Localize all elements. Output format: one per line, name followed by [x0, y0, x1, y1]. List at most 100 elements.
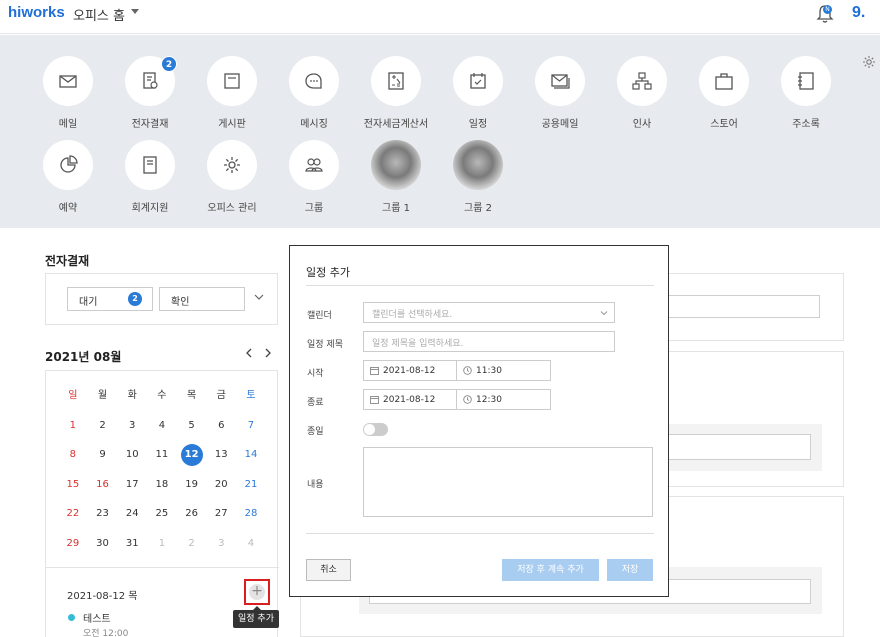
approval-wait-button[interactable]: 대기 2: [67, 287, 153, 311]
calendar-day[interactable]: 9: [88, 440, 118, 470]
app-group[interactable]: 그룹: [274, 140, 354, 214]
calendar-week-row: 22 23 24 25 26 27 28: [58, 499, 268, 529]
weekday-label: 수: [157, 390, 167, 401]
calendar-select[interactable]: 캘린더를 선택하세요.: [363, 302, 615, 323]
calendar-day[interactable]: 18: [147, 470, 177, 500]
app-label: 메시징: [300, 119, 328, 130]
end-date-field[interactable]: 2021-08-12: [363, 389, 457, 410]
event-title[interactable]: 테스트: [83, 610, 111, 625]
subject-input[interactable]: 일정 제목을 입력하세요.: [363, 331, 615, 352]
calendar-day[interactable]: 23: [88, 499, 118, 529]
save-and-continue-button[interactable]: 저장 후 계속 추가: [502, 559, 599, 581]
event-time: 오전 12:00: [83, 629, 129, 637]
app-calendar[interactable]: 일정: [438, 56, 518, 130]
calendar-icon: [370, 396, 379, 404]
plus-icon: +: [249, 584, 265, 600]
app-shared-mail[interactable]: 공용메일: [520, 56, 600, 130]
weekday-label: 화: [127, 390, 137, 401]
app-label: 전자결재: [131, 119, 169, 130]
calendar-day[interactable]: 6: [206, 411, 236, 441]
app-label: 공용메일: [541, 119, 579, 130]
calendar-day[interactable]: 10: [117, 440, 147, 470]
add-event-button[interactable]: +: [244, 579, 270, 605]
calendar-day[interactable]: 1: [58, 411, 88, 441]
app-mail[interactable]: 메일: [28, 56, 108, 130]
calendar-day[interactable]: 28: [236, 499, 266, 529]
calendar-day[interactable]: 14: [236, 440, 266, 470]
calendar-day[interactable]: 12: [177, 440, 207, 470]
app-tax-invoice[interactable]: 전자세금계산서: [356, 56, 436, 130]
calendar-day[interactable]: 17: [117, 470, 147, 500]
calendar-day[interactable]: 4: [147, 411, 177, 441]
calendar-day[interactable]: 1: [147, 529, 177, 559]
app-address-book[interactable]: 주소록: [766, 56, 846, 130]
calendar-day[interactable]: 20: [206, 470, 236, 500]
calendar-day[interactable]: 19: [177, 470, 207, 500]
calendar-day[interactable]: 13: [206, 440, 236, 470]
address-book-icon: [781, 56, 831, 106]
accounting-icon: [125, 140, 175, 190]
end-time-field[interactable]: 12:30: [456, 389, 551, 410]
app-org-chart[interactable]: 인사: [602, 56, 682, 130]
office-home-title[interactable]: 오피스 홈: [73, 5, 125, 24]
calendar-day[interactable]: 3: [117, 411, 147, 441]
calendar-day[interactable]: 22: [58, 499, 88, 529]
app-settings[interactable]: 오피스 관리: [192, 140, 272, 214]
org-chart-icon: [632, 72, 652, 90]
start-date-field[interactable]: 2021-08-12: [363, 360, 457, 381]
calendar-day[interactable]: 5: [177, 411, 207, 441]
app-label: 회계지원: [131, 203, 169, 214]
save-button[interactable]: 저장: [607, 559, 653, 581]
end-label: 종료: [307, 398, 324, 408]
app-accounting[interactable]: 회계지원: [110, 140, 190, 214]
app-group-photo-2[interactable]: 그룹 2: [438, 140, 518, 214]
calendar-day[interactable]: 8: [58, 440, 88, 470]
calendar-day[interactable]: 25: [147, 499, 177, 529]
app-group-photo-1[interactable]: 그룹 1: [356, 140, 436, 214]
cancel-button[interactable]: 취소: [306, 559, 351, 581]
hiworks-logo[interactable]: hiworks: [8, 4, 65, 21]
start-time-field[interactable]: 11:30: [456, 360, 551, 381]
content-label: 내용: [307, 480, 324, 490]
approval-confirm-button[interactable]: 확인: [159, 287, 245, 311]
calendar-day[interactable]: 31: [117, 529, 147, 559]
accounting-icon: [143, 156, 157, 174]
chevron-down-icon[interactable]: [253, 291, 265, 303]
user-profile-icon[interactable]: 9.: [852, 4, 865, 22]
day-number: 23: [96, 508, 109, 519]
calendar-day[interactable]: 29: [58, 529, 88, 559]
calendar-day[interactable]: 16: [88, 470, 118, 500]
gear-icon[interactable]: [862, 55, 876, 69]
calendar-day[interactable]: 24: [117, 499, 147, 529]
caret-down-icon[interactable]: [131, 9, 139, 14]
day-number: 26: [185, 508, 198, 519]
app-store[interactable]: 스토어: [684, 56, 764, 130]
allday-toggle[interactable]: [363, 423, 388, 436]
calendar-day[interactable]: 4: [236, 529, 266, 559]
mail-icon: [43, 56, 93, 106]
calendar-week-row: 29 30 31 1 2 3 4: [58, 529, 268, 559]
chevron-right-icon[interactable]: [263, 347, 273, 359]
day-number: 28: [244, 508, 258, 519]
calendar-day[interactable]: 2: [177, 529, 207, 559]
calendar-day[interactable]: 7: [236, 411, 266, 441]
start-label: 시작: [307, 369, 324, 379]
chevron-left-icon[interactable]: [244, 347, 254, 359]
org-chart-icon: [617, 56, 667, 106]
calendar-icon: [453, 56, 503, 106]
calendar-day[interactable]: 2: [88, 411, 118, 441]
calendar-day[interactable]: 30: [88, 529, 118, 559]
app-reservation[interactable]: 예약: [28, 140, 108, 214]
app-board[interactable]: 게시판: [192, 56, 272, 130]
calendar-day[interactable]: 15: [58, 470, 88, 500]
calendar-day[interactable]: 26: [177, 499, 207, 529]
app-message[interactable]: 메시징: [274, 56, 354, 130]
calendar-day[interactable]: 21: [236, 470, 266, 500]
calendar-day[interactable]: 3: [206, 529, 236, 559]
calendar-day[interactable]: 27: [206, 499, 236, 529]
content-textarea[interactable]: [363, 447, 653, 517]
day-number: 22: [66, 508, 80, 519]
app-approval[interactable]: 2 전자결재: [110, 56, 190, 130]
calendar-day[interactable]: 11: [147, 440, 177, 470]
mail-icon: [59, 75, 77, 88]
